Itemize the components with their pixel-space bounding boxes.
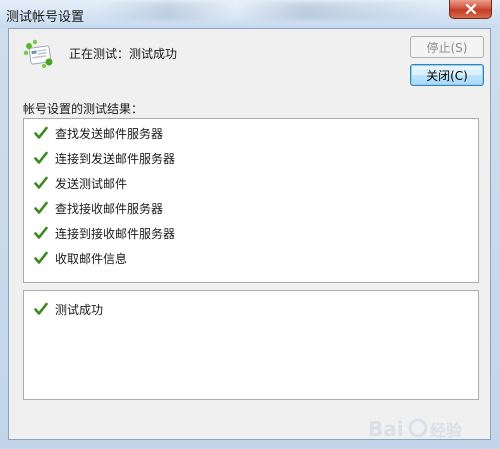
dialog-body: 正在测试：测试成功 停止(S) 关闭(C) 帐号设置的测试结果： 查找发送邮件服… xyxy=(8,28,491,440)
test-account-settings-dialog: 测试帐号设置 正在测试：测试成功 停止(S) 关闭(C) 帐号设置的测试结果： xyxy=(0,0,500,449)
task-label: 连接到接收邮件服务器 xyxy=(55,226,176,241)
window-close-button[interactable] xyxy=(449,0,492,19)
task-label: 查找发送邮件服务器 xyxy=(55,126,164,141)
close-button[interactable]: 关闭(C) xyxy=(410,64,484,86)
check-icon xyxy=(34,251,48,264)
test-status-text: 正在测试：测试成功 xyxy=(69,47,178,61)
task-item: 查找发送邮件服务器 xyxy=(34,124,163,142)
task-item: 连接到接收邮件服务器 xyxy=(34,224,175,242)
check-icon xyxy=(34,226,48,239)
baidu-jingyan-watermark: Bai 经验 xyxy=(368,417,463,441)
close-icon xyxy=(465,4,476,14)
task-label: 查找接收邮件服务器 xyxy=(55,201,164,216)
account-settings-icon xyxy=(23,39,53,68)
title-bar-background xyxy=(100,2,440,20)
check-icon xyxy=(34,151,48,164)
task-label: 连接到发送邮件服务器 xyxy=(55,151,176,166)
task-label: 发送测试邮件 xyxy=(55,176,128,191)
title-bar[interactable]: 测试帐号设置 xyxy=(0,0,500,28)
svg-text:经验: 经验 xyxy=(430,421,463,440)
test-result-list: 测试成功 xyxy=(23,290,479,400)
stop-button[interactable]: 停止(S) xyxy=(410,36,484,58)
check-icon xyxy=(34,201,48,214)
results-section-label: 帐号设置的测试结果： xyxy=(23,102,144,116)
task-item: 查找接收邮件服务器 xyxy=(34,199,163,217)
check-icon xyxy=(34,176,48,189)
svg-text:Bai: Bai xyxy=(368,417,404,441)
result-item: 测试成功 xyxy=(34,300,103,318)
task-item: 连接到发送邮件服务器 xyxy=(34,149,175,167)
task-label: 收取邮件信息 xyxy=(55,251,128,266)
test-tasks-list: 查找发送邮件服务器 连接到发送邮件服务器 发送测试邮件 查找接收邮件服务器 连接… xyxy=(23,118,479,283)
check-icon xyxy=(34,126,48,139)
task-item: 收取邮件信息 xyxy=(34,249,127,267)
task-item: 发送测试邮件 xyxy=(34,174,127,192)
result-label: 测试成功 xyxy=(55,302,104,317)
check-icon xyxy=(34,302,48,315)
window-title: 测试帐号设置 xyxy=(6,10,85,25)
